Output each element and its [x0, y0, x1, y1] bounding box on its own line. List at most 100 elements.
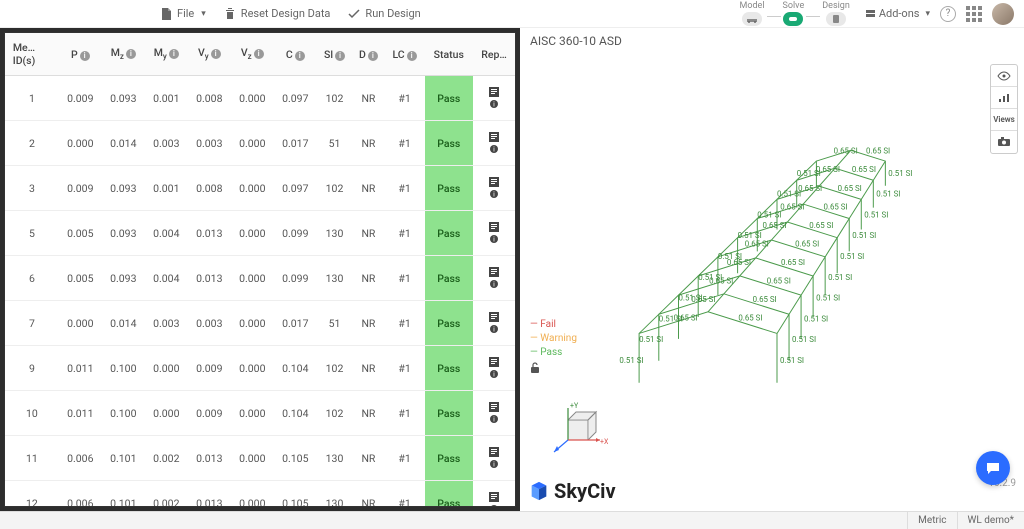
table-row[interactable]: 50.0050.0930.0040.0130.0000.099130NR#1Pa…	[5, 211, 515, 256]
workflow-solve[interactable]: Solve	[783, 1, 805, 26]
toolbar-right: Model Solve Design Add-on	[739, 1, 1014, 26]
svg-text:0.51 SI: 0.51 SI	[792, 335, 816, 344]
table-row[interactable]: 90.0110.1000.0000.0090.0000.104102NR#1Pa…	[5, 346, 515, 391]
design-code-title: AISC 360-10 ASD	[530, 34, 622, 48]
col-vz[interactable]: Vzi	[231, 33, 274, 76]
report-icons[interactable]: i	[475, 267, 513, 289]
workflow-design[interactable]: Design	[822, 1, 850, 26]
views-button[interactable]: Views	[991, 109, 1017, 131]
col-mz[interactable]: Mzi	[102, 33, 145, 76]
svg-text:0.65 SI: 0.65 SI	[866, 147, 890, 156]
col-c[interactable]: Ci	[274, 33, 317, 76]
col-my[interactable]: Myi	[145, 33, 188, 76]
svg-text:i: i	[493, 326, 495, 334]
table-row[interactable]: 30.0090.0930.0010.0080.0000.097102NR#1Pa…	[5, 166, 515, 211]
info-icon: i	[80, 51, 90, 61]
svg-text:i: i	[493, 146, 495, 154]
table-row[interactable]: 10.0090.0930.0010.0080.0000.097102NR#1Pa…	[5, 76, 515, 121]
svg-text:0.65 SI: 0.65 SI	[767, 277, 791, 286]
svg-text:i: i	[493, 101, 495, 109]
camera-button[interactable]	[991, 131, 1017, 153]
chevron-down-icon: ▾	[201, 9, 206, 19]
svg-text:0.65 SI: 0.65 SI	[798, 184, 822, 193]
toolbar-left: File ▾ Reset Design Data Run Design	[10, 7, 421, 20]
solve-step-icon	[783, 12, 803, 26]
svg-text:0.51 SI: 0.51 SI	[852, 231, 876, 240]
addons-menu[interactable]: Add-ons ▾	[866, 7, 930, 20]
apps-menu-button[interactable]	[966, 6, 982, 22]
file-name[interactable]: WL demo*	[957, 512, 1024, 529]
svg-text:0.65 SI: 0.65 SI	[781, 258, 805, 267]
lock-icon[interactable]	[530, 362, 540, 377]
workflow-model[interactable]: Model	[739, 1, 764, 26]
info-icon: i	[126, 49, 136, 59]
svg-text:i: i	[493, 236, 495, 244]
report-icons[interactable]: i	[475, 447, 513, 469]
svg-text:0.65 SI: 0.65 SI	[838, 184, 862, 193]
report-icons[interactable]: i	[475, 492, 513, 507]
col-p[interactable]: Pi	[59, 33, 102, 76]
report-icons[interactable]: i	[475, 132, 513, 154]
table-row[interactable]: 100.0110.1000.0000.0090.0000.104102NR#1P…	[5, 391, 515, 436]
status-bar: Metric WL demo*	[0, 511, 1024, 529]
skyciv-logo: SkyCiv	[528, 479, 616, 503]
legend-fail: — Fail	[530, 318, 577, 332]
svg-text:0.65 SI: 0.65 SI	[816, 165, 840, 174]
model-view-panel[interactable]: AISC 360-10 ASD Views — Fail — Warning —…	[520, 28, 1024, 511]
units-toggle[interactable]: Metric	[907, 512, 956, 529]
report-icons[interactable]: i	[475, 87, 513, 109]
report-icons[interactable]: i	[475, 177, 513, 199]
help-button[interactable]: ?	[940, 6, 956, 22]
svg-text:0.65 SI: 0.65 SI	[809, 221, 833, 230]
status-legend: — Fail — Warning — Pass	[530, 318, 577, 360]
svg-text:i: i	[493, 461, 495, 469]
user-avatar[interactable]	[992, 3, 1014, 25]
table-row[interactable]: 120.0060.1010.0020.0130.0000.105130NR#1P…	[5, 481, 515, 508]
svg-text:i: i	[493, 371, 495, 379]
col-d[interactable]: Di	[352, 33, 384, 76]
table-row[interactable]: 70.0000.0140.0030.0030.0000.01751NR#1Pas…	[5, 301, 515, 346]
chat-button[interactable]	[976, 451, 1010, 485]
svg-text:i: i	[493, 416, 495, 424]
logo-icon	[528, 480, 550, 502]
svg-text:0.65 SI: 0.65 SI	[753, 295, 777, 304]
table-row[interactable]: 110.0060.1010.0020.0130.0000.105130NR#1P…	[5, 436, 515, 481]
file-menu[interactable]: File ▾	[160, 7, 206, 20]
file-label: File	[177, 7, 194, 20]
col-id[interactable]: Me… ID(s)	[5, 33, 59, 76]
svg-text:0.51 SI: 0.51 SI	[780, 356, 804, 365]
col-status[interactable]: Status	[425, 33, 474, 76]
info-icon: i	[295, 51, 305, 61]
reset-design-button[interactable]: Reset Design Data	[224, 7, 331, 20]
report-icons[interactable]: i	[475, 312, 513, 334]
col-lc[interactable]: LCi	[385, 33, 425, 76]
table-row[interactable]: 20.0000.0140.0030.0030.0000.01751NR#1Pas…	[5, 121, 515, 166]
svg-text:0.65 SI: 0.65 SI	[709, 277, 733, 286]
results-table-panel: Me… ID(s) Pi Mzi Myi Vyi Vzi Ci Sli Di L…	[0, 28, 520, 511]
svg-text:0.51 SI: 0.51 SI	[840, 252, 864, 261]
reset-label: Reset Design Data	[241, 7, 331, 20]
svg-text:0.51 SI: 0.51 SI	[816, 294, 840, 303]
chart-button[interactable]	[991, 87, 1017, 109]
file-icon	[160, 8, 172, 20]
run-design-button[interactable]: Run Design	[348, 7, 420, 20]
report-icons[interactable]: i	[475, 402, 513, 424]
col-vy[interactable]: Vyi	[188, 33, 231, 76]
svg-text:0.51 SI: 0.51 SI	[888, 169, 912, 178]
info-icon: i	[368, 51, 378, 61]
report-icons[interactable]: i	[475, 222, 513, 244]
visibility-button[interactable]	[991, 65, 1017, 87]
chevron-down-icon: ▾	[925, 9, 930, 19]
svg-text:i: i	[493, 506, 495, 508]
table-row[interactable]: 60.0050.0930.0040.0130.0000.099130NR#1Pa…	[5, 256, 515, 301]
workflow-steps: Model Solve Design	[739, 1, 849, 26]
model-wireframe: 0.65 SI 0.65 SI 0.51 SI 0.51 SI 0.65 SI 0.65 …	[580, 88, 974, 441]
report-icons[interactable]: i	[475, 357, 513, 379]
col-sl[interactable]: Sli	[317, 33, 352, 76]
svg-text:0.65 SI: 0.65 SI	[738, 314, 762, 323]
axis-cube[interactable]: +Y +X	[548, 400, 608, 463]
svg-text:0.51 SI: 0.51 SI	[876, 190, 900, 199]
col-rep[interactable]: Rep…	[473, 33, 515, 76]
run-label: Run Design	[365, 7, 420, 20]
info-icon: i	[169, 49, 179, 59]
